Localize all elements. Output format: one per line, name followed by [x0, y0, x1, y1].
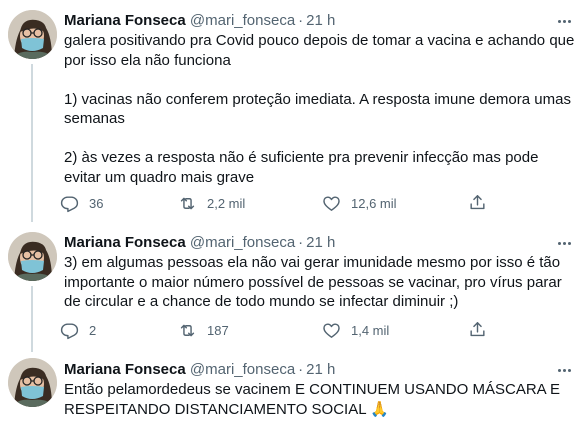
tweet-text: galera positivando pra Covid pouco depoi… — [64, 31, 576, 187]
timestamp[interactable]: 21 h — [306, 234, 335, 251]
separator-dot: · — [298, 234, 304, 251]
author-name[interactable]: Mariana Fonseca — [64, 234, 186, 251]
avatar-image — [8, 358, 57, 407]
tweet-header: Mariana Fonseca @mari_fonseca · 21 h — [64, 361, 335, 379]
reply-count: 36 — [89, 195, 104, 211]
tweet-text-content: Então pelamordedeus se vacinem E CONTINU… — [64, 381, 565, 418]
share-icon — [470, 322, 485, 337]
like-count: 12,6 mil — [351, 195, 397, 211]
retweet-icon — [180, 324, 195, 336]
avatar[interactable] — [8, 232, 57, 281]
like-count: 1,4 mil — [351, 322, 390, 338]
like-icon — [323, 322, 340, 338]
retweet-button[interactable]: 2,2 mil — [178, 192, 245, 214]
separator-dot: · — [298, 361, 304, 378]
avatar[interactable] — [8, 10, 57, 59]
timestamp[interactable]: 21 h — [306, 361, 335, 378]
author-handle[interactable]: @mari_fonseca — [190, 12, 295, 29]
avatar-image — [8, 10, 57, 59]
thread-connector — [31, 64, 33, 222]
separator-dot: · — [298, 12, 304, 29]
like-button[interactable]: 12,6 mil — [322, 192, 397, 214]
retweet-count: 2,2 mil — [207, 195, 246, 211]
tweet-actions: 2 187 1,4 mil — [60, 319, 500, 341]
tweet-header: Mariana Fonseca @mari_fonseca · 21 h — [64, 234, 335, 252]
share-button[interactable] — [468, 320, 488, 340]
tweet-3[interactable]: Mariana Fonseca @mari_fonseca · 21 h Então… — [0, 352, 588, 428]
reply-count: 2 — [89, 322, 97, 338]
tweet-actions: 36 2,2 mil 12,6 mil — [60, 192, 500, 214]
reply-button[interactable]: 36 — [60, 192, 103, 214]
tweet-2[interactable]: Mariana Fonseca @mari_fonseca · 21 h 3) em… — [0, 222, 588, 352]
like-icon — [323, 195, 340, 211]
reply-icon — [60, 195, 79, 212]
reply-icon — [60, 322, 79, 339]
like-button[interactable]: 1,4 mil — [322, 319, 389, 341]
more-options-icon[interactable] — [554, 363, 574, 377]
avatar[interactable] — [8, 358, 57, 407]
author-name[interactable]: Mariana Fonseca — [64, 361, 186, 378]
author-handle[interactable]: @mari_fonseca — [190, 361, 295, 378]
timestamp[interactable]: 21 h — [306, 12, 335, 29]
tweet-1[interactable]: Mariana Fonseca @mari_fonseca · 21 h galer… — [0, 0, 588, 222]
tweet-text: Então pelamordedeus se vacinem E CONTINU… — [64, 380, 576, 419]
share-button[interactable] — [468, 193, 488, 213]
avatar-image — [8, 232, 57, 281]
reply-button[interactable]: 2 — [60, 319, 96, 341]
thread-connector — [31, 286, 33, 352]
tweet-text-content: 3) em algumas pessoas ela não vai gerar … — [64, 254, 566, 310]
more-options-icon[interactable] — [554, 14, 574, 28]
tweet-header: Mariana Fonseca @mari_fonseca · 21 h — [64, 12, 335, 30]
tweet-text: 3) em algumas pessoas ela não vai gerar … — [64, 253, 576, 312]
retweet-button[interactable]: 187 — [178, 319, 229, 341]
share-icon — [470, 195, 485, 210]
more-options-icon[interactable] — [554, 236, 574, 250]
retweet-count: 187 — [207, 322, 229, 338]
retweet-icon — [180, 197, 195, 209]
tweet-text-content: galera positivando pra Covid pouco depoi… — [64, 32, 575, 186]
author-name[interactable]: Mariana Fonseca — [64, 12, 186, 29]
author-handle[interactable]: @mari_fonseca — [190, 234, 295, 251]
